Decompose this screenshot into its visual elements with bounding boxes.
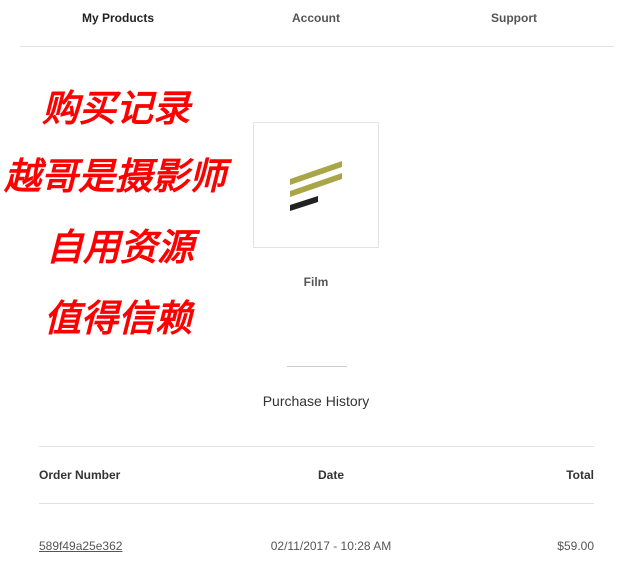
order-date: 02/11/2017 - 10:28 AM (270, 539, 392, 553)
watermark-line-1: 购买记录 (42, 87, 190, 130)
purchase-history-title: Purchase History (262, 393, 370, 409)
order-total: $59.00 (557, 539, 594, 553)
product-name[interactable]: Film (304, 275, 329, 289)
watermark-line-4: 值得信赖 (44, 297, 192, 340)
table-top-rule (39, 446, 594, 447)
section-divider (287, 366, 347, 367)
order-number-link[interactable]: 589f49a25e362 (39, 539, 122, 553)
nav-divider (20, 46, 614, 47)
watermark-line-3: 自用资源 (46, 226, 194, 269)
column-header-total: Total (566, 468, 594, 482)
table-header-rule (39, 503, 594, 504)
column-header-order-number: Order Number (39, 468, 121, 482)
film-logo-icon (290, 161, 342, 211)
product-card-film[interactable] (253, 122, 379, 248)
nav-tab-support[interactable]: Support (491, 11, 537, 25)
column-header-date: Date (317, 468, 345, 482)
nav-tab-my-products[interactable]: My Products (82, 11, 154, 25)
nav-tab-account[interactable]: Account (292, 11, 340, 25)
watermark-line-2: 越哥是摄影师 (4, 155, 226, 198)
top-navigation: My Products Account Support (0, 0, 642, 36)
